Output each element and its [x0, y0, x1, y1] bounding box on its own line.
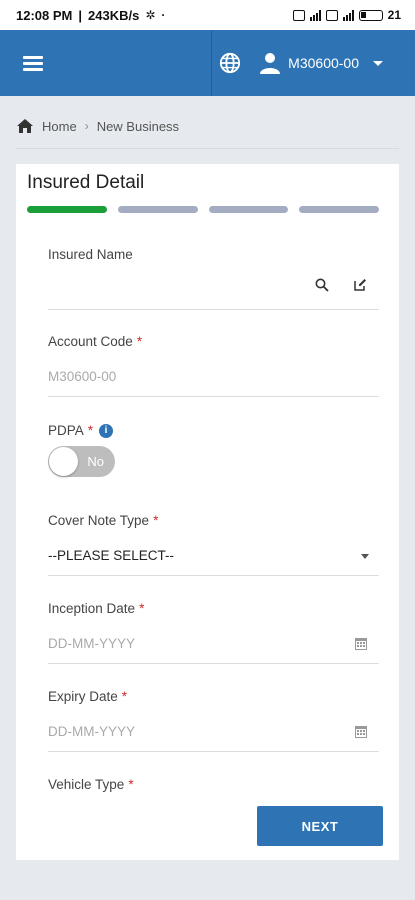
globe-icon: [220, 52, 241, 74]
step-3: [208, 206, 289, 213]
inception-date-field: Inception Date * DD-MM-YYYY: [48, 601, 379, 664]
account-code-input[interactable]: M30600-00: [48, 357, 379, 397]
chevron-down-icon: [373, 60, 383, 66]
step-progress: [27, 206, 379, 213]
menu-button[interactable]: [0, 30, 66, 96]
cover-note-type-value: --PLEASE SELECT--: [48, 548, 175, 563]
account-code-field: Account Code * M30600-00: [48, 334, 379, 397]
inception-date-label: Inception Date *: [48, 601, 145, 616]
user-menu-button[interactable]: M30600-00: [248, 30, 415, 96]
dot-icon: ·: [161, 8, 166, 22]
hamburger-icon: [23, 53, 43, 74]
status-time: 12:08 PM: [16, 7, 73, 23]
expiry-date-field: Expiry Date * DD-MM-YYYY: [48, 689, 379, 752]
breadcrumb-separator: ›: [84, 119, 89, 133]
calendar-icon[interactable]: [355, 637, 367, 650]
vehicle-type-label: Vehicle Type *: [48, 777, 134, 792]
battery-icon: [358, 9, 383, 21]
breadcrumb-current: New Business: [96, 118, 180, 134]
home-icon[interactable]: [16, 118, 34, 134]
search-icon[interactable]: [315, 278, 329, 292]
sim2-icon: [325, 9, 338, 21]
expiry-date-input[interactable]: DD-MM-YYYY: [48, 712, 379, 752]
toggle-knob: [49, 447, 78, 476]
step-2: [117, 206, 198, 213]
breadcrumb-divider: [16, 148, 399, 149]
step-4: [299, 206, 379, 213]
insured-name-field: Insured Name: [48, 247, 379, 310]
insured-detail-card: Insured Detail Insured Name Account Code…: [16, 164, 399, 860]
breadcrumb: Home › New Business: [16, 118, 179, 134]
pdpa-field: PDPA * i No: [48, 423, 379, 477]
vehicle-type-field: Vehicle Type *: [48, 777, 379, 792]
expiry-date-label: Expiry Date *: [48, 689, 128, 704]
language-button[interactable]: [212, 30, 248, 96]
step-1: [27, 206, 107, 213]
page-title: Insured Detail: [27, 172, 145, 193]
inception-date-input[interactable]: DD-MM-YYYY: [48, 624, 379, 664]
insured-name-label: Insured Name: [48, 247, 133, 262]
user-icon: [260, 53, 281, 74]
sync-icon: ✲: [145, 8, 156, 22]
chevron-down-icon: [361, 554, 369, 559]
status-bar: 12:08 PM | 243KB/s ✲ · 21: [0, 0, 415, 30]
signal-icon: [309, 9, 321, 21]
toggle-label: No: [87, 454, 104, 469]
cover-note-type-field: Cover Note Type * --PLEASE SELECT--: [48, 513, 379, 576]
edit-icon[interactable]: [353, 278, 367, 292]
info-icon[interactable]: i: [99, 423, 114, 438]
status-separator: |: [78, 7, 83, 23]
pdpa-label: PDPA * i: [48, 423, 379, 438]
cover-note-type-label: Cover Note Type *: [48, 513, 159, 528]
username-label: M30600-00: [288, 55, 359, 71]
pdpa-toggle[interactable]: No: [48, 446, 115, 477]
sim-icon: [292, 9, 305, 21]
app-header: M30600-00: [0, 30, 415, 96]
next-button[interactable]: NEXT: [257, 806, 383, 846]
status-speed: 243KB/s: [88, 7, 140, 23]
calendar-icon[interactable]: [355, 725, 367, 738]
header-spacer: [66, 30, 213, 96]
signal2-icon: [342, 9, 354, 21]
cover-note-type-select[interactable]: --PLEASE SELECT--: [48, 536, 379, 576]
battery-level: 21: [387, 8, 401, 22]
account-code-label: Account Code *: [48, 334, 143, 349]
breadcrumb-home[interactable]: Home: [42, 119, 77, 134]
